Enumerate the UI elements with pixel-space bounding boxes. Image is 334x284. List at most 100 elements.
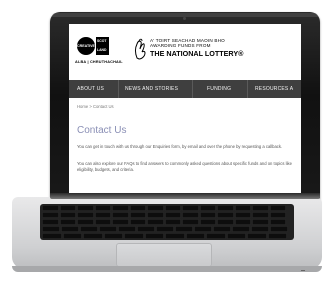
keyboard-key (137, 226, 155, 232)
key-row-bottom (42, 233, 287, 239)
keyboard-key (129, 212, 146, 218)
logo-square-line1: SCOT (97, 39, 107, 43)
nav-item-resources[interactable]: RESOURCES A (255, 80, 293, 98)
intro-paragraph: You can get in touch with us through our… (77, 144, 283, 149)
keyboard-key (129, 219, 146, 225)
keyboard-key (247, 233, 267, 239)
keyboard-key (234, 219, 251, 225)
keyboard-key (42, 205, 59, 211)
keyboard-key (199, 205, 216, 211)
keyboard (40, 204, 294, 240)
keyboard-key (156, 226, 174, 232)
keyboard-key (124, 233, 144, 239)
national-lottery-logo: A' TOIRT SEACHAD MAOIN BHO AWARDING FUND… (133, 37, 293, 63)
nav-item-funding[interactable]: FUNDING (207, 80, 231, 98)
keyboard-key (83, 233, 103, 239)
keyboard-key (194, 226, 212, 232)
keyboard-key (206, 233, 226, 239)
keyboard-key (62, 233, 82, 239)
base-front-edge (12, 266, 322, 272)
keyboard-key (80, 226, 98, 232)
site-header: CREATIVE SCOT LAND ALBA | CHRUTHACHAIL A… (69, 24, 301, 76)
keyboard-key (226, 233, 246, 239)
keyboard-key (270, 226, 288, 232)
crossed-fingers-icon (135, 38, 146, 60)
keyboard-key (59, 205, 76, 211)
keyboard-key (232, 226, 250, 232)
keyboard-key (118, 226, 136, 232)
keyboard-key (77, 205, 94, 211)
keyboard-key (213, 226, 231, 232)
keyboard-key (251, 226, 269, 232)
key-row-top (42, 219, 286, 225)
nav-item-news-and-stories[interactable]: NEWS AND STORIES (125, 80, 178, 98)
keyboard-key (269, 205, 286, 211)
keyboard-key (269, 219, 286, 225)
keyboard-key (42, 219, 59, 225)
keyboard-key (112, 212, 129, 218)
keyboard-key (103, 233, 123, 239)
lottery-title: THE NATIONAL LOTTERY® (150, 49, 244, 58)
keyboard-key (175, 226, 193, 232)
keyboard-key (147, 212, 164, 218)
keyboard-key (77, 219, 94, 225)
trackpad (116, 243, 212, 267)
faq-paragraph: You can also explore our FAQs to find an… (77, 161, 292, 172)
key-row-numbers (42, 212, 286, 218)
keyboard-key (147, 219, 164, 225)
keyboard-key (182, 212, 199, 218)
keyboard-key (61, 226, 79, 232)
nav-divider (247, 80, 248, 98)
keyboard-key (182, 219, 199, 225)
keyboard-key (182, 205, 199, 211)
logo-caption: ALBA | CHRUTHACHAIL (75, 60, 123, 64)
keyboard-key (42, 212, 59, 218)
logo-circle-text: CREATIVE (77, 44, 95, 48)
keyboard-key (144, 233, 164, 239)
keyboard-key (112, 219, 129, 225)
keyboard-key (42, 233, 62, 239)
keyboard-key (42, 226, 60, 232)
keyboard-key (252, 212, 269, 218)
keyboard-key (269, 212, 286, 218)
nav-divider (118, 80, 119, 98)
keyboard-key (59, 219, 76, 225)
main-nav: ABOUT US NEWS AND STORIES FUNDING RESOUR… (69, 80, 301, 98)
keyboard-key (234, 205, 251, 211)
webcam-icon (183, 17, 186, 20)
keyboard-key (252, 205, 269, 211)
status-light-icon (301, 270, 305, 271)
nav-item-about-us[interactable]: ABOUT US (77, 80, 104, 98)
laptop-mockup: CREATIVE SCOT LAND ALBA | CHRUTHACHAIL A… (0, 0, 334, 284)
creative-logo-circle[interactable]: CREATIVE (77, 37, 95, 55)
lottery-awarding-line: AWARDING FUNDS FROM (150, 43, 211, 48)
keyboard-key (252, 219, 269, 225)
keyboard-key (199, 212, 216, 218)
keyboard-key (185, 233, 205, 239)
keyboard-key (112, 205, 129, 211)
key-row-function (42, 205, 286, 211)
keyboard-key (267, 233, 287, 239)
keyboard-key (59, 212, 76, 218)
keyboard-key (217, 212, 234, 218)
breadcrumb[interactable]: Home > Contact Us (77, 104, 114, 109)
keyboard-key (147, 205, 164, 211)
keyboard-key (165, 233, 185, 239)
keyboard-key (94, 212, 111, 218)
keyboard-key (94, 219, 111, 225)
keyboard-key (217, 219, 234, 225)
nav-divider (192, 80, 193, 98)
logo-square-line2: LAND (97, 48, 107, 52)
keyboard-key (234, 212, 251, 218)
keyboard-key (199, 219, 216, 225)
creative-logo-square[interactable]: SCOT LAND (96, 37, 109, 55)
laptop-screen: CREATIVE SCOT LAND ALBA | CHRUTHACHAIL A… (69, 24, 301, 214)
keyboard-key (99, 226, 117, 232)
keyboard-key (164, 205, 181, 211)
keyboard-key (77, 212, 94, 218)
keyboard-key (129, 205, 146, 211)
keyboard-key (217, 205, 234, 211)
keyboard-key (94, 205, 111, 211)
keyboard-key (164, 212, 181, 218)
page-title: Contact Us (77, 125, 127, 136)
